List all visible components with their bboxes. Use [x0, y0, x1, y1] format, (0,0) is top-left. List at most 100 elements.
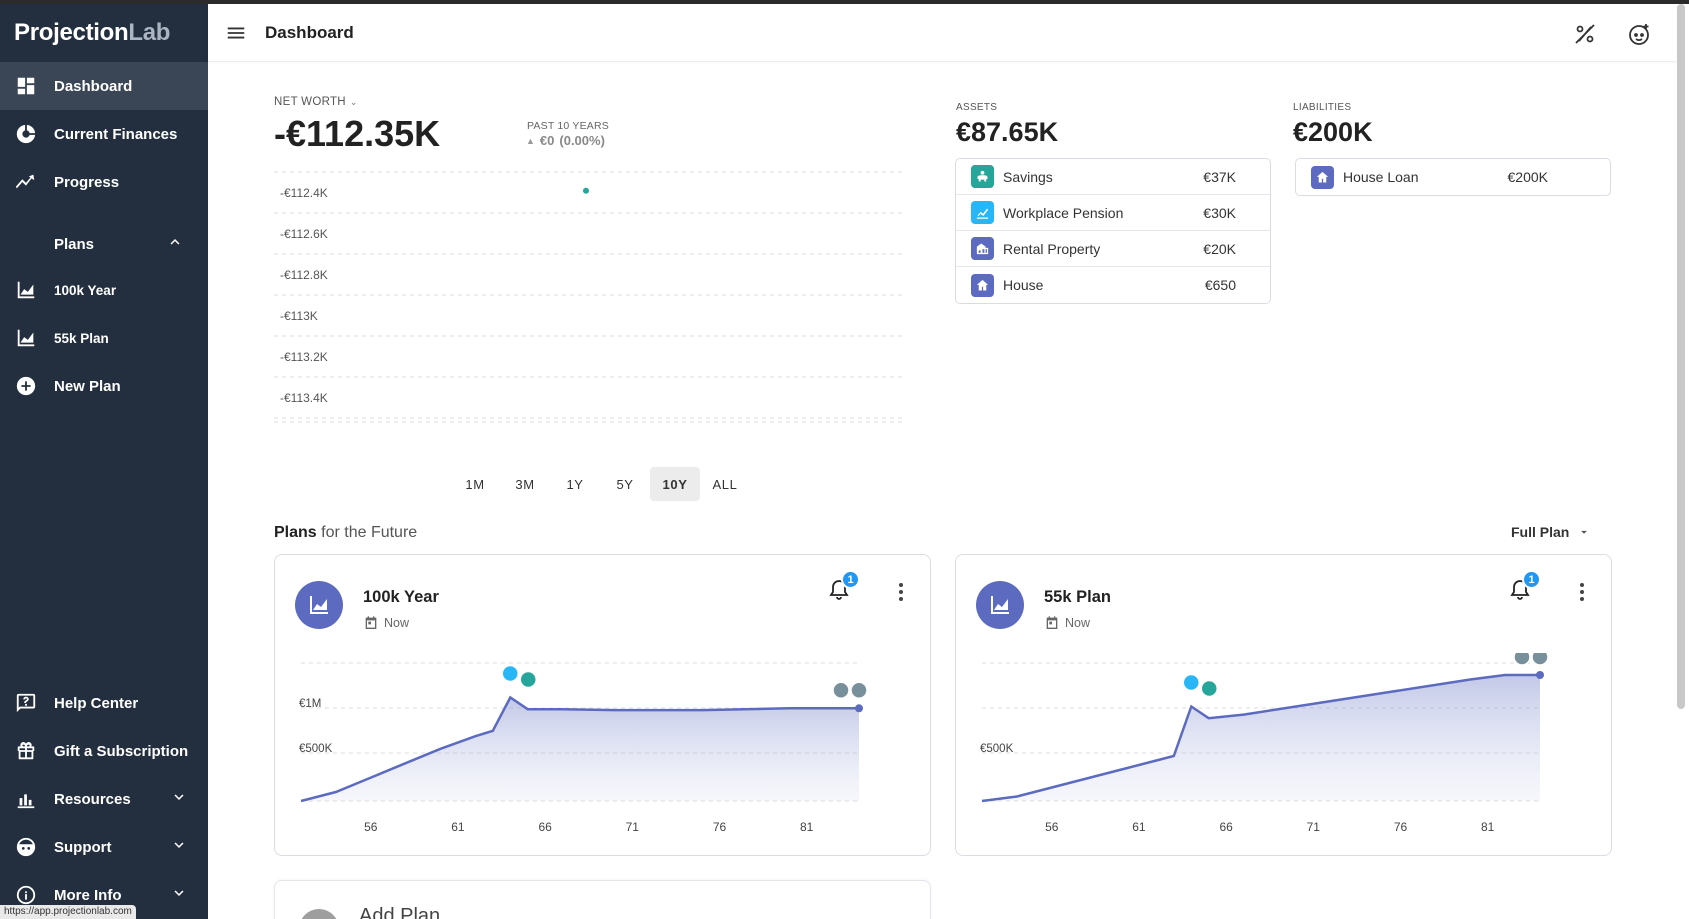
milestone-marker [850, 681, 868, 700]
x-tick-label: 71 [626, 820, 640, 834]
plan-view-label: Full Plan [1511, 524, 1570, 540]
plus-circle-icon [14, 374, 38, 398]
range-1m-button[interactable]: 1M [450, 467, 500, 501]
x-tick-label: 56 [1045, 820, 1059, 834]
add-plan-card[interactable]: Add Plan [274, 880, 931, 919]
percent-toggle-icon[interactable] [1572, 21, 1598, 52]
piggy-bank-icon [971, 165, 994, 188]
plan-card-55k[interactable]: 55k Plan Now 1 €500K 56 61 66 71 76 81 [955, 554, 1612, 856]
end-point [1536, 671, 1544, 679]
sidebar-item-support[interactable]: Support [0, 823, 208, 871]
chevron-down-icon [170, 788, 188, 810]
sidebar-item-label: 100k Year [54, 282, 117, 298]
net-worth-chart: -€112.4K -€112.6K -€112.8K -€113K -€113.2K -€… [274, 171, 904, 423]
window-top-border [0, 0, 1689, 4]
sidebar-item-label: More Info [54, 886, 122, 904]
assets-list: Savings €37K Workplace Pension €30K Rent… [955, 158, 1271, 304]
range-5y-button[interactable]: 5Y [600, 467, 650, 501]
chevron-down-icon: ⌄ [349, 96, 358, 107]
sidebar-item-gift-subscription[interactable]: Gift a Subscription [0, 727, 208, 775]
plan-card-100k[interactable]: 100k Year Now 1 €1M €500K 56 61 66 71 76 81 [274, 554, 931, 856]
change-value: €0 [539, 133, 555, 148]
sidebar-item-plan-100k[interactable]: 100k Year [0, 266, 208, 314]
plan-date: Now [1044, 615, 1090, 631]
page-scrollbar[interactable] [1677, 4, 1685, 709]
x-tick-label: 71 [1307, 820, 1321, 834]
sidebar-item-label: Progress [54, 173, 120, 191]
plan-chart: €1M €500K 56 61 66 71 76 81 [299, 662, 868, 834]
sidebar-item-plan-55k[interactable]: 55k Plan [0, 314, 208, 362]
help-chat-icon [14, 691, 38, 715]
more-options-icon[interactable] [891, 581, 911, 603]
time-range-selector: 1M 3M 1Y 5Y 10Y ALL [450, 467, 750, 501]
y-tick-label: €500K [299, 743, 333, 755]
sidebar-item-new-plan[interactable]: New Plan [0, 362, 208, 410]
y-tick-label: -€113.2K [280, 350, 328, 364]
net-worth-selector[interactable]: NET WORTH ⌄ [274, 96, 358, 108]
sidebar-item-current-finances[interactable]: Current Finances [0, 110, 208, 158]
plans-title-bold: Plans [274, 524, 317, 541]
list-item[interactable]: House Loan €200K [1296, 159, 1610, 195]
trend-line-icon [14, 170, 38, 194]
y-tick-label: -€112.4K [280, 186, 328, 200]
notifications-bell-icon[interactable]: 1 [827, 570, 860, 604]
y-tick-label: -€113.4K [280, 391, 328, 405]
sidebar-item-dashboard[interactable]: Dashboard [0, 62, 208, 110]
milestone-marker [1182, 673, 1200, 692]
sidebar-item-resources[interactable]: Resources [0, 775, 208, 823]
account-value: €30K [1203, 204, 1236, 221]
plan-date-label: Now [1065, 616, 1091, 630]
y-tick-label: €500K [980, 743, 1014, 755]
plan-name: 55k Plan [1044, 588, 1111, 606]
home-icon [1311, 165, 1334, 189]
range-1y-button[interactable]: 1Y [550, 467, 600, 501]
add-plan-avatar [299, 909, 339, 919]
list-item[interactable]: Rental Property €20K [956, 231, 1270, 267]
range-10y-button[interactable]: 10Y [650, 467, 700, 501]
end-point [855, 704, 863, 713]
liabilities-label: LIABILITIES [1293, 102, 1352, 113]
x-tick-label: 76 [1394, 820, 1408, 834]
calendar-icon [365, 616, 377, 629]
list-item[interactable]: House €650 [956, 267, 1270, 303]
sidebar-item-help-center[interactable]: Help Center [0, 679, 208, 727]
list-item[interactable]: Savings €37K [956, 159, 1270, 195]
list-item[interactable]: Workplace Pension €30K [956, 195, 1270, 231]
plans-section-title: Plans for the Future [274, 524, 417, 542]
period-change: ▲ €0 (0.00%) [526, 133, 605, 148]
sidebar-bottom: Help Center Gift a Subscription Resource… [0, 679, 208, 919]
area-chart-icon [976, 581, 1024, 629]
gift-icon [14, 739, 38, 763]
chevron-down-icon [170, 884, 188, 906]
series-area [982, 675, 1540, 801]
more-options-icon[interactable] [1572, 581, 1592, 603]
data-point [583, 187, 589, 194]
chevron-up-icon [166, 233, 184, 255]
plan-view-dropdown[interactable]: Full Plan [1511, 524, 1591, 540]
range-all-button[interactable]: ALL [700, 467, 750, 501]
plan-date-label: Now [384, 616, 410, 630]
donut-chart-icon [14, 122, 38, 146]
plans-section-header[interactable]: Plans [0, 222, 208, 266]
hamburger-menu-icon[interactable] [225, 21, 249, 45]
notifications-bell-icon[interactable]: 1 [1508, 570, 1541, 604]
milestone-marker [519, 670, 537, 689]
account-value: €200K [1507, 169, 1548, 185]
y-tick-label: €1M [299, 698, 321, 710]
net-worth-label: NET WORTH [274, 96, 346, 108]
chevron-down-icon [170, 836, 188, 858]
range-3m-button[interactable]: 3M [500, 467, 550, 501]
calendar-icon [1046, 616, 1058, 629]
account-face-icon[interactable] [1626, 21, 1652, 52]
milestone-marker [1531, 653, 1549, 666]
home-icon [971, 273, 994, 297]
account-value: €20K [1203, 240, 1236, 257]
page-title: Dashboard [265, 22, 354, 42]
brand-logo[interactable]: Projection Lab [0, 4, 208, 62]
sidebar-item-label: Resources [54, 790, 131, 808]
dashboard-icon [14, 74, 38, 98]
x-tick-label: 61 [1132, 820, 1146, 834]
caret-down-icon [1581, 530, 1588, 534]
sidebar-item-progress[interactable]: Progress [0, 158, 208, 206]
area-chart-icon [14, 326, 38, 350]
